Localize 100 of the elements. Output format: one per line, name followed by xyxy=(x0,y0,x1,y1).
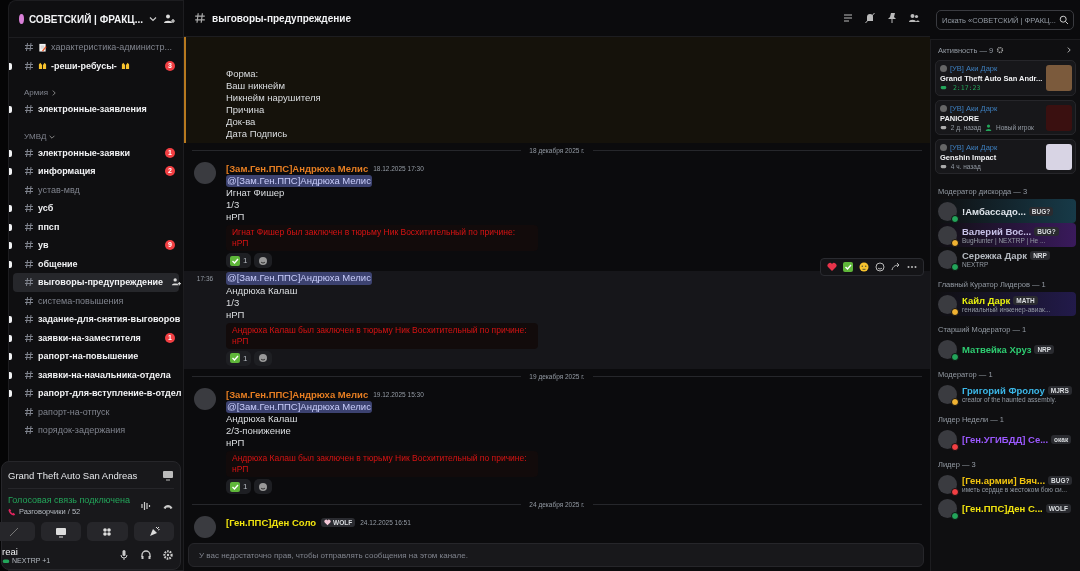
muted-bell-icon[interactable] xyxy=(864,12,876,24)
activities-icon xyxy=(101,525,114,538)
category-header[interactable]: Армия xyxy=(13,78,179,100)
channel-item[interactable]: рапорт-на-отпуск xyxy=(13,402,179,421)
microphone-icon[interactable] xyxy=(118,549,130,561)
add-reaction-button[interactable] xyxy=(254,350,273,366)
member-name: [Ген.УГИБДД] Се... xyxy=(962,433,1049,445)
check-mark-icon xyxy=(230,353,240,363)
message-text: 2/3-понижение xyxy=(226,425,291,437)
hash-icon xyxy=(194,12,206,24)
hash-icon xyxy=(24,184,34,195)
gamepad-icon xyxy=(2,556,10,565)
add-member-icon[interactable] xyxy=(171,277,182,288)
hash-icon xyxy=(24,277,34,288)
raised-hands-icon xyxy=(120,61,130,71)
channel-item[interactable]: система-повышения xyxy=(13,291,179,310)
member-name: [Ген.ППС]Ден С... xyxy=(962,502,1043,514)
hash-icon xyxy=(24,240,34,251)
author-name[interactable]: [Зам.Ген.ППС]Андрюха Мелис xyxy=(226,388,369,400)
message-text: 1/3 xyxy=(226,296,240,309)
channel-item[interactable]: характеристика-администр... xyxy=(13,38,179,57)
hash-icon xyxy=(24,351,34,362)
hash-icon xyxy=(24,388,34,399)
message-text: Ваш никнейм xyxy=(226,79,285,92)
member-name: Григорий Фролоу xyxy=(962,385,1045,396)
memo-icon xyxy=(38,42,47,52)
chevron-down-icon[interactable] xyxy=(148,14,158,24)
message-text: Дата Подпись xyxy=(226,127,288,140)
gamepad-icon xyxy=(940,124,947,131)
hash-icon xyxy=(24,203,34,214)
message-text: нРП xyxy=(226,211,245,223)
member-name: !Амбассадо... xyxy=(962,205,1026,217)
message-text: нРП xyxy=(226,437,245,449)
user-mention[interactable]: @[Зам.Ген.ППС]Андрюха Мелис xyxy=(226,272,372,285)
activity-title: Grand Theft Auto San Andreas xyxy=(8,469,139,481)
avatar xyxy=(940,144,947,151)
hash-icon xyxy=(24,314,34,325)
reaction[interactable]: 1 xyxy=(226,350,252,366)
hash-icon xyxy=(24,166,34,177)
game-cover-placeholder xyxy=(1046,143,1072,170)
server-name[interactable]: СОВЕТСКИЙ | ФРАКЦ... xyxy=(28,13,143,25)
reaction[interactable]: 1 xyxy=(226,479,252,494)
game-cover-placeholder xyxy=(1046,104,1072,131)
embed-text: Андрюха Калаш был заключен в тюрьму Ник Восхитительный по причине: нРП xyxy=(232,324,528,347)
embed-text: Игнат Фишер был заключен в тюрьму Ник Восхитительный по причине: нРП xyxy=(232,227,517,249)
message-text: Причина xyxy=(226,103,265,116)
member-name: Валерий Вос... xyxy=(962,226,1032,237)
check-mark-icon[interactable] xyxy=(843,262,853,272)
monitor-icon xyxy=(54,525,67,538)
hash-icon xyxy=(24,406,34,417)
channel-item[interactable]: устав-мвд xyxy=(13,180,179,199)
chevron-right-icon[interactable] xyxy=(1065,46,1073,54)
check-mark-icon xyxy=(230,481,240,492)
member-name: Матвейка Хруз xyxy=(962,343,1032,355)
screen-share-icon[interactable] xyxy=(162,469,174,481)
author-name[interactable]: [Зам.Ген.ППС]Андрюха Мелис xyxy=(226,162,369,174)
server-icon xyxy=(19,14,24,24)
settings-icon[interactable] xyxy=(162,549,174,561)
add-reaction-button[interactable] xyxy=(254,253,273,268)
user-mention[interactable]: @[Зам.Ген.ППС]Андрюха Мелис xyxy=(226,174,372,187)
reply-arrow-icon[interactable] xyxy=(891,262,901,272)
username: reai xyxy=(2,545,19,557)
reaction[interactable]: 1 xyxy=(226,253,252,268)
screen-share-button[interactable] xyxy=(40,522,81,541)
heart-icon[interactable] xyxy=(827,262,837,272)
threads-icon[interactable] xyxy=(842,12,854,24)
hash-icon xyxy=(24,369,34,380)
add-member-icon[interactable] xyxy=(163,13,175,25)
message-text: нРП xyxy=(226,308,245,321)
author-name[interactable]: [Ген.ППС]Ден Соло xyxy=(226,517,317,528)
waveform-icon[interactable] xyxy=(140,499,152,512)
voice-status: Голосовая связь подключена xyxy=(8,495,130,505)
gamepad-icon xyxy=(940,84,947,91)
activities-button[interactable] xyxy=(87,522,128,541)
channel-item[interactable]: порядок-задержания xyxy=(13,421,179,440)
members-icon[interactable] xyxy=(908,12,920,24)
soundboard-button[interactable] xyxy=(133,522,174,541)
settings-icon[interactable] xyxy=(996,46,1005,54)
message-text: Андрюха Калаш xyxy=(226,284,298,297)
gamepad-icon xyxy=(940,163,947,170)
hash-icon xyxy=(24,104,34,115)
message-text: 1/3 xyxy=(226,199,240,211)
message-text: Док-ва xyxy=(226,115,256,128)
smiley-icon xyxy=(258,255,269,266)
embed-text: Андрюха Калаш был заключен в тюрьму Ник Восхитительный по причине: нРП xyxy=(232,453,528,475)
add-reaction-icon[interactable] xyxy=(875,262,885,272)
game-cover-placeholder xyxy=(1046,65,1072,91)
add-reaction-button[interactable] xyxy=(254,479,273,494)
message-text: Никнейм нарушителя xyxy=(226,91,321,104)
member-name: Кайл Дарк xyxy=(962,295,1011,306)
user-mention[interactable]: @[Зам.Ген.ППС]Андрюха Мелис xyxy=(226,400,372,413)
category-header[interactable]: УМВД xyxy=(13,121,179,144)
person-icon xyxy=(985,124,993,131)
hash-icon xyxy=(24,425,34,436)
hash-icon xyxy=(24,295,34,306)
channel-item[interactable]: выговоры-предупреждение xyxy=(13,273,179,292)
member-name: [Ген.армии] Вяч... xyxy=(962,475,1046,486)
pin-icon[interactable] xyxy=(886,12,898,24)
hash-icon xyxy=(24,147,34,158)
headphones-icon[interactable] xyxy=(140,549,152,561)
